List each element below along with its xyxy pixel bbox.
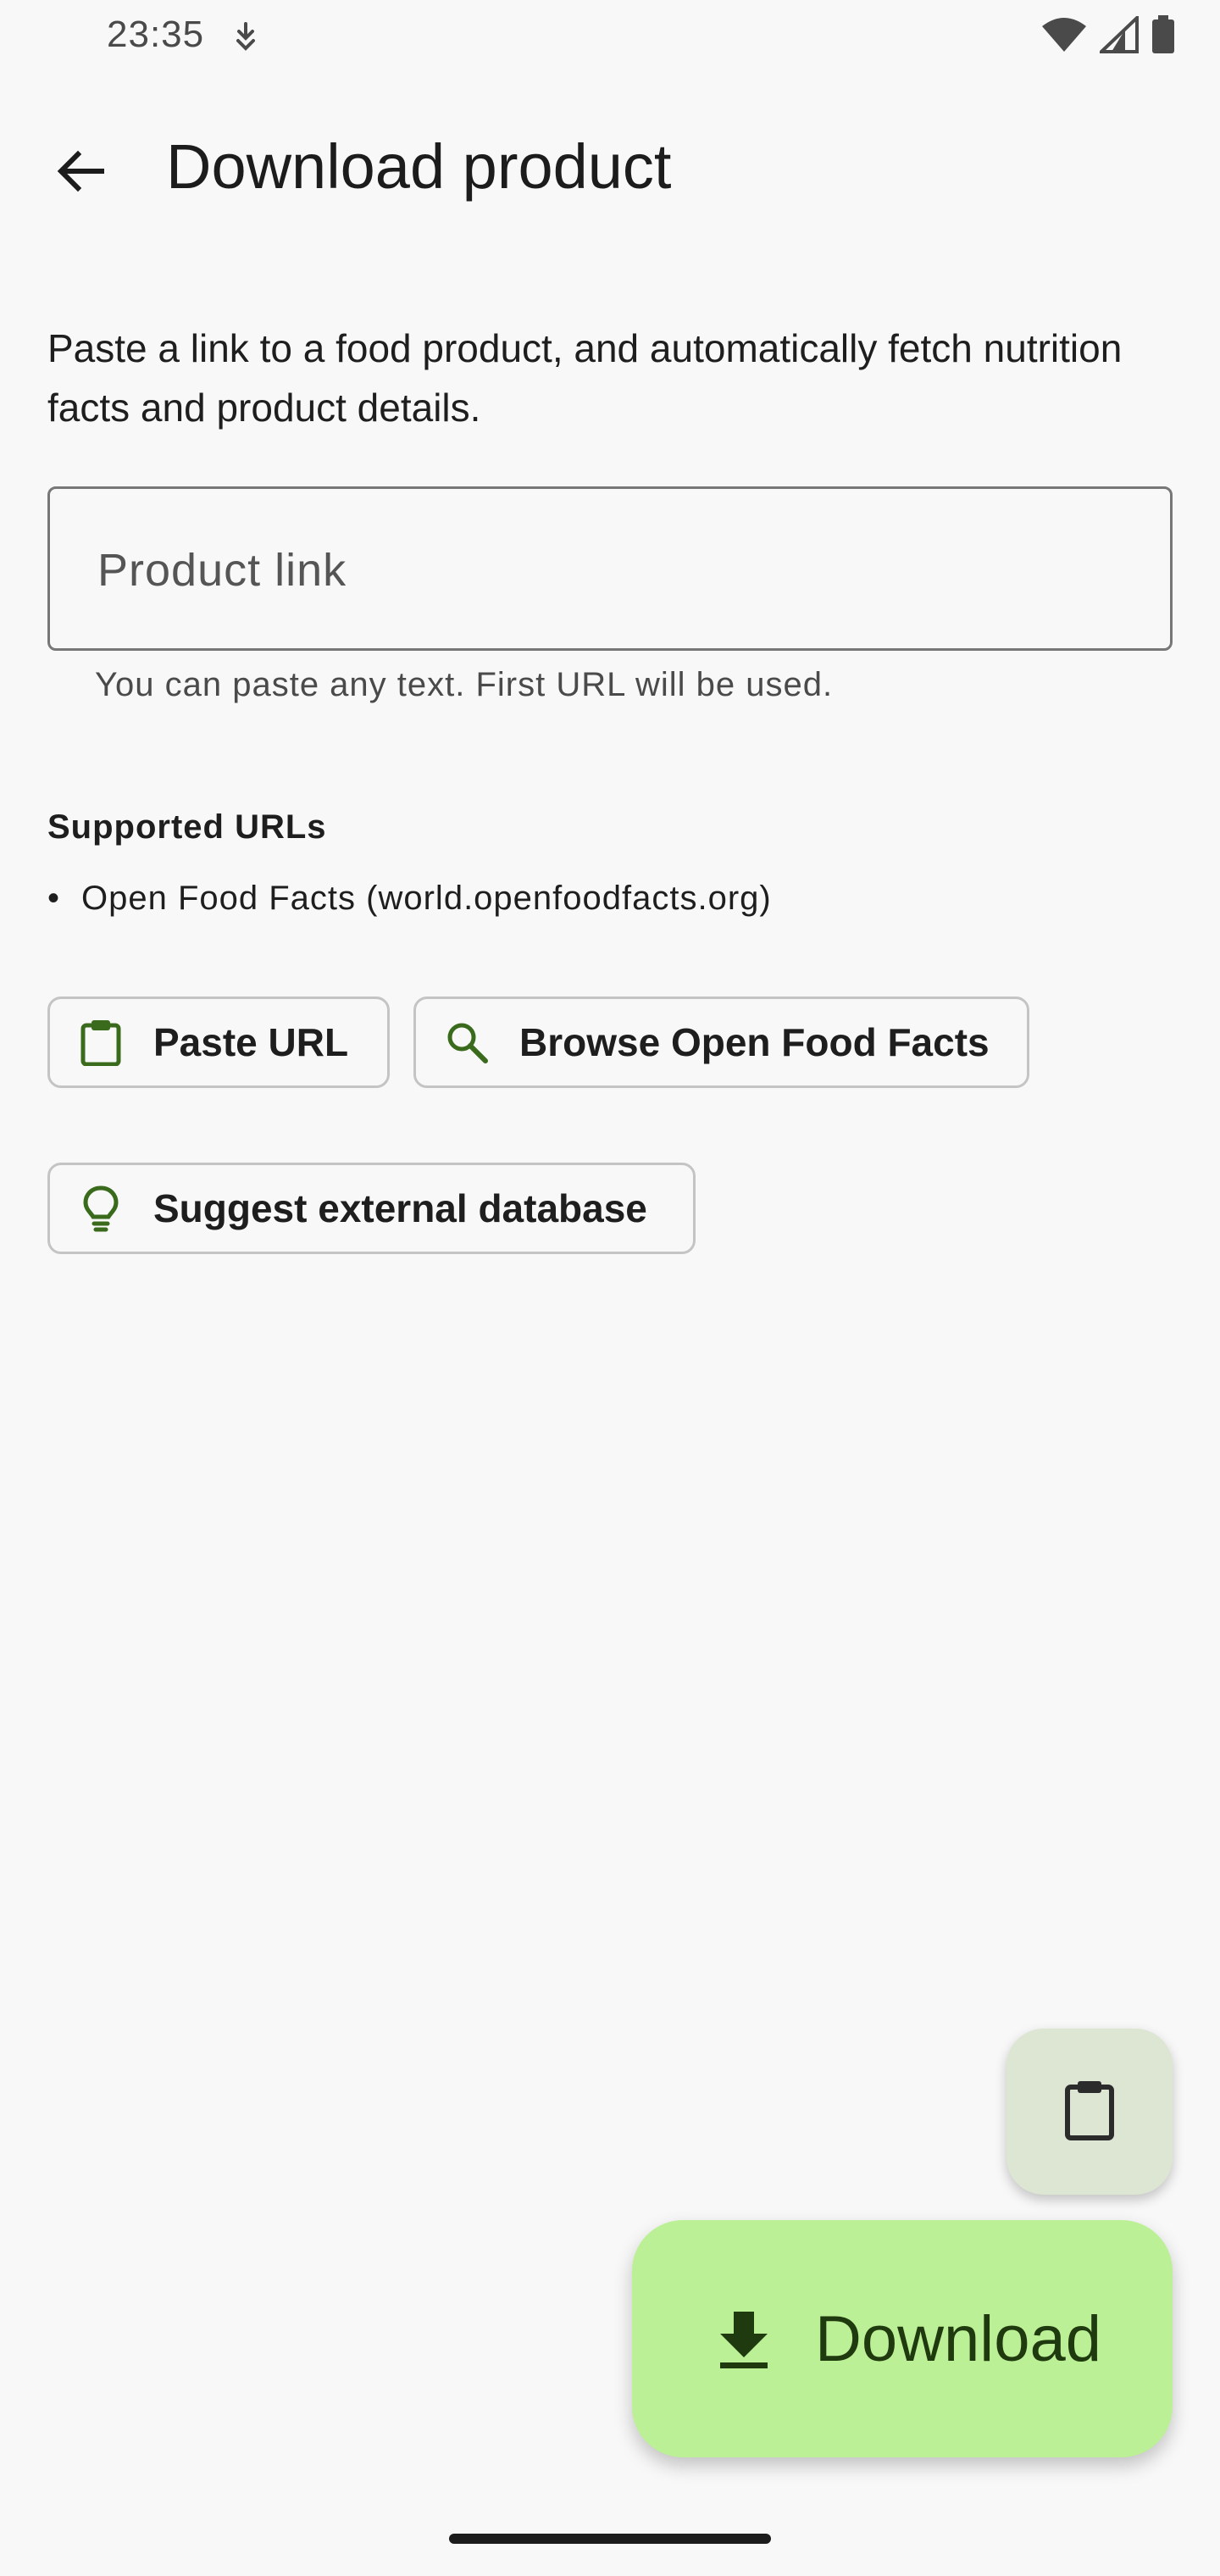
gesture-navigation-bar[interactable] — [449, 2534, 771, 2544]
battery-icon — [1151, 15, 1176, 58]
supported-urls-heading: Supported URLs — [47, 808, 327, 846]
download-icon — [713, 2308, 774, 2369]
product-link-field[interactable] — [47, 486, 1173, 651]
suggest-external-database-button[interactable]: Suggest external database — [47, 1163, 696, 1254]
browse-open-food-facts-button[interactable]: Browse Open Food Facts — [413, 997, 1029, 1088]
supported-url-text: Open Food Facts (world.openfoodfacts.org… — [81, 880, 772, 917]
clipboard-icon — [77, 1019, 125, 1066]
search-icon — [443, 1019, 491, 1066]
suggest-external-database-label: Suggest external database — [153, 1186, 647, 1230]
bullet: • — [47, 880, 61, 917]
clipboard-icon — [1062, 2079, 1117, 2146]
back-button[interactable] — [37, 129, 125, 217]
supported-url-item: • Open Food Facts (world.openfoodfacts.or… — [47, 880, 772, 918]
wifi-icon — [1040, 16, 1088, 58]
lightbulb-icon — [77, 1185, 125, 1232]
browse-open-food-facts-label: Browse Open Food Facts — [519, 1020, 990, 1064]
download-fab[interactable]: Download — [632, 2220, 1173, 2457]
product-link-input[interactable] — [96, 523, 1116, 618]
status-icons — [1040, 14, 1176, 58]
paste-clipboard-fab[interactable] — [1006, 2029, 1173, 2195]
status-bar: 23:35 — [0, 0, 1220, 75]
page-description: Paste a link to a food product, and auto… — [47, 326, 1123, 430]
download-notification-icon — [230, 20, 261, 54]
arrow-back-icon — [54, 144, 108, 203]
paste-url-button[interactable]: Paste URL — [47, 997, 390, 1088]
download-label: Download — [815, 2302, 1101, 2375]
paste-url-label: Paste URL — [153, 1020, 349, 1064]
status-time: 23:35 — [107, 14, 205, 55]
cellular-signal-icon — [1097, 14, 1139, 58]
page-title: Download product — [166, 131, 672, 202]
top-app-bar: Download product — [0, 119, 1220, 214]
product-link-hint: You can paste any text. First URL will b… — [95, 666, 834, 703]
